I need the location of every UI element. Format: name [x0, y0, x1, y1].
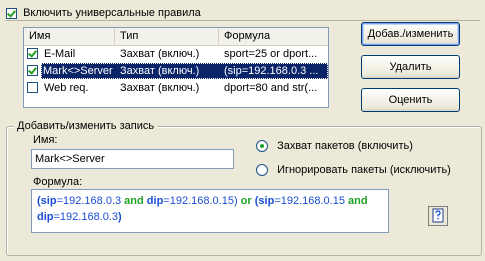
column-header-type[interactable]: Тип [115, 28, 219, 45]
formula-value: =192.168.0.3 [56, 195, 125, 207]
ignore-radio-label: Игнорировать пакеты (исключить) [277, 164, 451, 177]
formula-field: dip [37, 211, 54, 223]
column-header-formula[interactable]: Формула [219, 28, 328, 45]
formula-field: sip [258, 195, 275, 207]
formula-label: Формула: [33, 176, 83, 188]
row-checkbox[interactable] [27, 65, 38, 76]
row-checkbox[interactable] [27, 48, 38, 59]
formula-value: =192.168.0.15 [274, 195, 349, 207]
delete-button[interactable]: Удалить [361, 55, 460, 79]
formula-field: sip [40, 195, 57, 207]
ignore-radio-option[interactable]: Игнорировать пакеты (исключить) [256, 164, 451, 178]
formula-keyword: and [124, 195, 144, 207]
add-edit-button[interactable]: Добав./изменить [361, 22, 460, 46]
row-formula: dport=80 and str(... [224, 82, 318, 94]
list-item-selected[interactable]: Mark<>Server Захват (включ.) (sip=192.16… [24, 63, 328, 79]
row-formula: sport=25 or dport... [224, 48, 318, 60]
row-type: Захват (включ.) [120, 65, 200, 77]
list-header: Имя Тип Формула [24, 28, 328, 46]
universal-rules-checkbox[interactable] [6, 7, 17, 19]
formula-keyword: or [240, 195, 252, 207]
row-name: Mark<>Server [43, 65, 113, 77]
edit-record-legend: Добавить/изменить запись [14, 119, 158, 133]
universal-rules-toggle[interactable]: Включить универсальные правила [6, 7, 201, 21]
formula-help-button[interactable] [428, 206, 448, 226]
capture-radio-option[interactable]: Захват пакетов (включить) [256, 140, 413, 154]
list-item[interactable]: E-Mail Захват (включ.) sport=25 or dport… [24, 46, 328, 62]
rate-button[interactable]: Оценить [361, 88, 460, 112]
row-name: Web req. [44, 82, 89, 94]
capture-radio-label: Захват пакетов (включить) [277, 140, 413, 153]
divider [6, 20, 480, 21]
row-checkbox[interactable] [27, 82, 38, 93]
row-formula: (sip=192.168.0.3 ... [224, 65, 319, 77]
rules-list[interactable]: Имя Тип Формула E-Mail Захват (включ.) s… [23, 27, 329, 108]
formula-field: dip [146, 195, 164, 207]
formula-paren: ) [118, 211, 122, 223]
formula-input[interactable]: (sip=192.168.0.3 and dip=192.168.0.15) o… [31, 189, 389, 233]
name-label: Имя: [33, 134, 58, 146]
formula-help-icon [432, 208, 444, 223]
list-item[interactable]: Web req. Захват (включ.) dport=80 and st… [24, 80, 328, 96]
capture-radio[interactable] [256, 140, 268, 153]
formula-keyword: and [348, 195, 368, 207]
row-name: E-Mail [44, 48, 76, 60]
column-header-name[interactable]: Имя [24, 28, 115, 45]
ignore-radio[interactable] [256, 164, 268, 177]
formula-value: =192.168.0.15) [163, 195, 241, 207]
row-type: Захват (включ.) [120, 48, 200, 60]
universal-rules-label: Включить универсальные правила [23, 7, 201, 20]
row-type: Захват (включ.) [120, 82, 200, 94]
formula-value: =192.168.0.3 [53, 211, 119, 223]
name-input[interactable]: Mark<>Server [31, 149, 234, 169]
